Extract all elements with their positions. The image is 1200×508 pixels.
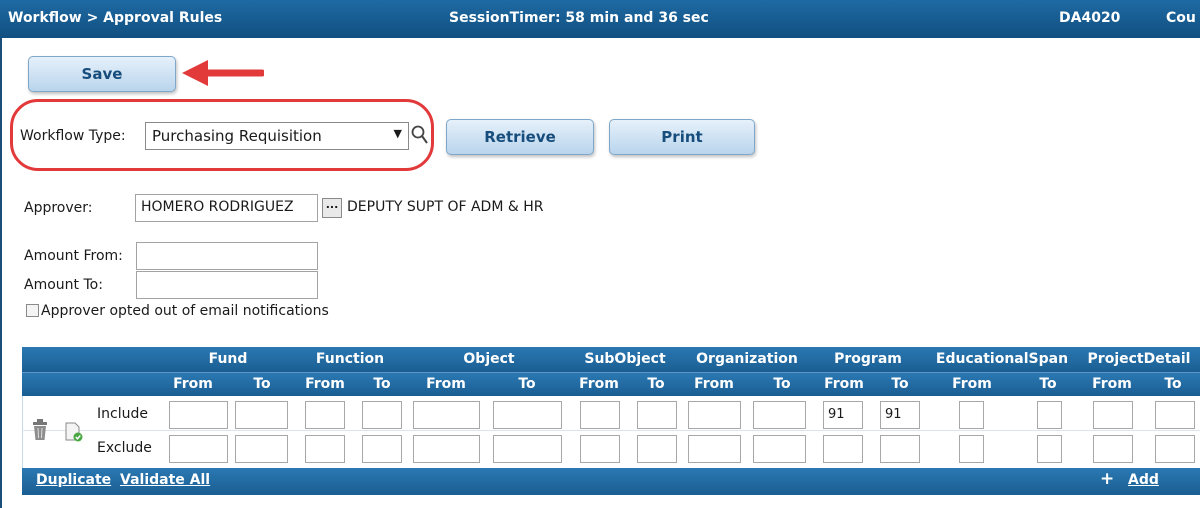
arrow-annotation-icon <box>182 60 264 86</box>
exclude-object-to[interactable] <box>493 435 562 463</box>
projectdetail-to-header: To <box>1164 376 1182 392</box>
approver-label: Approver: <box>24 200 93 216</box>
top-bar: Workflow > Approval Rules SessionTimer: … <box>0 0 1200 38</box>
educationalspan-to-header: To <box>1039 376 1057 392</box>
exclude-organization-to[interactable] <box>753 435 806 463</box>
search-icon[interactable] <box>410 124 430 146</box>
exclude-function-from[interactable] <box>305 435 345 463</box>
program-from-header: From <box>824 376 864 392</box>
exclude-program-to[interactable] <box>880 435 920 463</box>
col-subobject: SubObject <box>584 351 666 367</box>
include-program-to[interactable]: 91 <box>880 401 920 429</box>
exclude-fund-to[interactable] <box>235 435 288 463</box>
amount-from-label: Amount From: <box>24 248 123 264</box>
exclude-educationalspan-from[interactable] <box>959 435 984 463</box>
include-object-from[interactable] <box>413 401 480 429</box>
include-program-from[interactable]: 91 <box>823 401 863 429</box>
include-educationalspan-from[interactable] <box>959 401 984 429</box>
validate-all-link[interactable]: Validate All <box>120 472 210 488</box>
plus-icon[interactable]: + <box>1100 469 1114 489</box>
exclude-subobject-from[interactable] <box>580 435 620 463</box>
row-divider <box>22 430 1200 431</box>
exclude-program-from[interactable] <box>823 435 863 463</box>
exclude-object-from[interactable] <box>413 435 480 463</box>
exclude-organization-from[interactable] <box>688 435 741 463</box>
col-program: Program <box>834 351 902 367</box>
approver-lookup-button[interactable]: ... <box>322 198 342 218</box>
duplicate-link[interactable]: Duplicate <box>36 472 111 488</box>
include-fund-to[interactable] <box>235 401 288 429</box>
include-organization-to[interactable] <box>753 401 806 429</box>
include-function-to[interactable] <box>362 401 402 429</box>
approver-title: DEPUTY SUPT OF ADM & HR <box>347 199 544 215</box>
include-function-from[interactable] <box>305 401 345 429</box>
exclude-row-label: Exclude <box>97 440 152 456</box>
object-to-header: To <box>518 376 536 392</box>
amount-to-label: Amount To: <box>24 277 103 293</box>
exclude-projectdetail-from[interactable] <box>1093 435 1133 463</box>
function-to-header: To <box>373 376 391 392</box>
chevron-down-icon: ▼ <box>393 127 402 140</box>
organization-from-header: From <box>694 376 734 392</box>
include-projectdetail-to[interactable] <box>1155 401 1195 429</box>
workflow-type-value: Purchasing Requisition <box>152 127 322 145</box>
retrieve-button[interactable]: Retrieve <box>446 119 594 155</box>
workflow-type-select[interactable]: Purchasing Requisition ▼ <box>145 122 409 150</box>
function-from-header: From <box>305 376 345 392</box>
subobject-from-header: From <box>579 376 619 392</box>
approver-field[interactable]: HOMERO RODRIGUEZ <box>135 194 318 222</box>
include-row-label: Include <box>97 406 148 422</box>
include-educationalspan-to[interactable] <box>1037 401 1062 429</box>
organization-to-header: To <box>773 376 791 392</box>
print-button[interactable]: Print <box>609 119 755 155</box>
exclude-educationalspan-to[interactable] <box>1037 435 1062 463</box>
col-educationalspan: EducationalSpan <box>935 351 1069 367</box>
amount-to-field[interactable] <box>136 271 318 299</box>
session-timer: SessionTimer: 58 min and 36 sec <box>449 10 709 26</box>
workflow-type-label: Workflow Type: <box>20 128 126 144</box>
exclude-fund-from[interactable] <box>169 435 228 463</box>
exclude-projectdetail-to[interactable] <box>1155 435 1195 463</box>
save-button[interactable]: Save <box>28 56 176 92</box>
col-projectdetail: ProjectDetail <box>1087 351 1191 367</box>
amount-from-field[interactable] <box>136 242 318 270</box>
opt-out-checkbox[interactable] <box>26 304 39 317</box>
include-organization-from[interactable] <box>688 401 741 429</box>
add-link[interactable]: Add <box>1128 472 1159 488</box>
col-organization: Organization <box>696 351 798 367</box>
breadcrumb: Workflow > Approval Rules <box>8 10 223 26</box>
exclude-function-to[interactable] <box>362 435 402 463</box>
include-object-to[interactable] <box>493 401 562 429</box>
fund-from-header: From <box>173 376 213 392</box>
subobject-to-header: To <box>647 376 665 392</box>
opt-out-label: Approver opted out of email notification… <box>41 303 329 319</box>
document-check-icon[interactable] <box>64 422 84 442</box>
include-subobject-to[interactable] <box>637 401 677 429</box>
trash-icon[interactable] <box>31 419 49 441</box>
include-projectdetail-from[interactable] <box>1093 401 1133 429</box>
include-subobject-from[interactable] <box>580 401 620 429</box>
program-to-header: To <box>891 376 909 392</box>
col-object: Object <box>463 351 515 367</box>
county-truncated: Cou <box>1166 10 1196 26</box>
object-from-header: From <box>426 376 466 392</box>
col-fund: Fund <box>208 351 248 367</box>
projectdetail-from-header: From <box>1092 376 1132 392</box>
col-function: Function <box>315 351 385 367</box>
page-code: DA4020 <box>1059 10 1121 26</box>
include-fund-from[interactable] <box>169 401 228 429</box>
exclude-subobject-to[interactable] <box>637 435 677 463</box>
fund-to-header: To <box>253 376 271 392</box>
educationalspan-from-header: From <box>952 376 992 392</box>
